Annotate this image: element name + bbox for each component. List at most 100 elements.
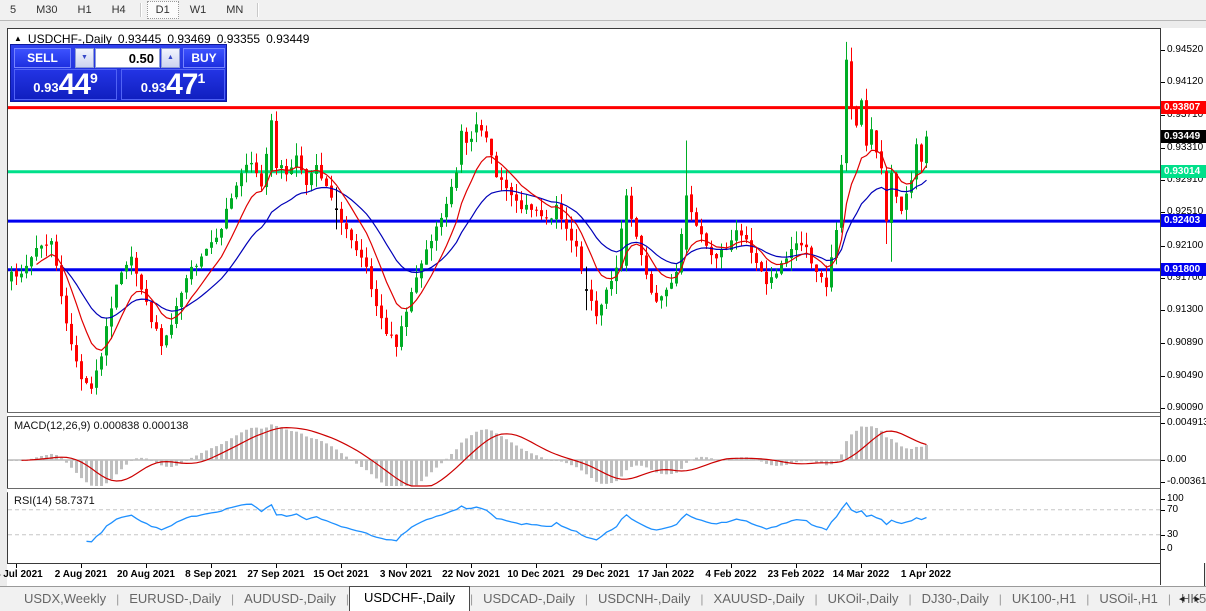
macd-histogram-bar	[285, 429, 288, 460]
tab-ukoil-daily[interactable]: UKOil-,Daily	[818, 588, 909, 611]
candle	[450, 178, 453, 208]
candle	[400, 315, 403, 351]
tab-usdchf-daily[interactable]: USDCHF-,Daily	[348, 586, 470, 611]
macd-histogram-bar	[625, 460, 628, 471]
macd-histogram-bar	[445, 458, 448, 460]
sell-button[interactable]: SELL	[14, 48, 71, 68]
candle	[390, 321, 393, 339]
toolbar-separator	[257, 3, 260, 17]
candle	[800, 231, 803, 252]
trading-terminal: 5 M30 H1 H4 D1 W1 MN 0.94520 0.94120 0.93710 0.93…	[0, 0, 1206, 611]
candle	[845, 41, 848, 172]
tab-dj30-daily[interactable]: DJ30-,Daily	[912, 588, 999, 611]
sell-price-pip: 9	[89, 70, 98, 86]
macd-histogram-bar	[10, 460, 13, 461]
rsi-label: RSI(14) 58.7371	[14, 495, 95, 507]
candle	[855, 105, 858, 128]
price-axis[interactable]: 0.94520 0.94120 0.93710 0.93310 0.92910 0.925…	[1161, 28, 1206, 563]
macd-histogram-bar	[420, 460, 423, 482]
tab-xauusd-daily[interactable]: XAUUSD-,Daily	[704, 588, 815, 611]
macd-axis-label: 0.00	[1167, 454, 1187, 465]
candle	[100, 352, 103, 376]
macd-histogram-bar	[755, 459, 758, 461]
price-tick-tick	[1161, 115, 1165, 117]
macd-histogram-bar	[50, 453, 53, 460]
candle	[925, 130, 928, 168]
macd-histogram-bar	[705, 457, 708, 460]
macd-histogram-bar	[415, 460, 418, 486]
candle	[250, 151, 253, 173]
candle	[325, 176, 328, 187]
level-price-badge: 0.93807	[1161, 100, 1206, 114]
candle	[480, 119, 483, 137]
tab-usdx-weekly[interactable]: USDX,Weekly	[14, 588, 116, 611]
macd-histogram-bar	[760, 460, 763, 462]
date-axis[interactable]: 14 Jul 2021 2 Aug 2021 20 Aug 2021 8 Sep 20…	[0, 563, 1160, 586]
candle	[40, 244, 43, 258]
timeframe-button-mn[interactable]: MN	[217, 1, 252, 19]
date-tick	[926, 564, 927, 568]
macd-histogram-bar	[470, 435, 473, 460]
candle	[65, 287, 68, 332]
tab-eurusd-daily[interactable]: EURUSD-,Daily	[119, 588, 231, 611]
timeframe-button-h4[interactable]: H4	[103, 1, 135, 19]
tab-uk100-h1[interactable]: UK100-,H1	[1002, 588, 1086, 611]
macd-axis-label-tick	[1161, 423, 1165, 424]
volume-decrease-button[interactable]: ▼	[75, 48, 94, 68]
timeframe-button-h1[interactable]: H1	[69, 1, 101, 19]
tab-usoil-h1[interactable]: USOil-,H1	[1089, 588, 1168, 611]
timeframe-button-d1[interactable]: D1	[146, 1, 179, 19]
timeframe-button-m30[interactable]: M30	[27, 1, 66, 19]
level-price-badge: 0.91800	[1161, 262, 1206, 276]
date-tick	[341, 564, 342, 568]
date-tick	[536, 564, 537, 568]
date-tick	[81, 564, 82, 568]
buy-button[interactable]: BUY	[183, 48, 225, 68]
candle	[155, 315, 158, 331]
candle	[385, 309, 388, 336]
tab-audusd-daily[interactable]: AUDUSD-,Daily	[234, 588, 346, 611]
sell-price-display[interactable]: 0.93 44 9	[14, 69, 117, 100]
candle	[515, 184, 518, 213]
macd-histogram-bar	[360, 460, 363, 467]
volume-input[interactable]	[95, 48, 160, 68]
candle	[690, 185, 693, 221]
candle	[350, 228, 353, 249]
candle	[375, 280, 378, 316]
macd-histogram-bar	[145, 458, 148, 460]
buy-price-display[interactable]: 0.93 47 1	[121, 69, 225, 100]
tab-scroll-left-icon[interactable]: ◂	[1179, 592, 1185, 605]
tab-usdcnh-daily[interactable]: USDCNH-,Daily	[588, 588, 700, 611]
rsi-panel[interactable]	[8, 492, 1160, 562]
date-label: 4 Feb 2022	[705, 569, 757, 580]
macd-histogram-bar	[170, 460, 173, 467]
timeframe-button-5[interactable]: 5	[1, 1, 25, 19]
candle	[600, 303, 603, 326]
macd-histogram-bar	[585, 460, 588, 475]
volume-increase-button[interactable]: ▲	[161, 48, 180, 68]
tab-scroll-right-icon[interactable]: ▸	[1194, 592, 1200, 605]
tab-usdcad-daily[interactable]: USDCAD-,Daily	[473, 588, 585, 611]
price-tick: 0.93310	[1167, 141, 1204, 153]
price-tick: 0.91300	[1167, 304, 1204, 316]
macd-histogram-bar	[425, 460, 428, 477]
timeframe-button-w1[interactable]: W1	[181, 1, 216, 19]
collapse-panel-icon[interactable]: ▲	[14, 34, 22, 44]
candle	[20, 264, 23, 283]
candle	[685, 140, 688, 254]
macd-histogram-bar	[390, 460, 393, 486]
macd-histogram-bar	[665, 460, 668, 475]
date-label: 14 Jul 2021	[0, 569, 43, 580]
rsi-axis-label: 30	[1167, 529, 1179, 540]
macd-histogram-bar	[540, 457, 543, 460]
candle	[755, 246, 758, 271]
macd-histogram-bar	[460, 442, 463, 460]
level-price-badge: 0.92403	[1161, 214, 1206, 228]
candle	[265, 147, 268, 195]
macd-histogram-bar	[835, 460, 838, 462]
candle	[345, 216, 348, 239]
candle	[715, 252, 718, 269]
macd-histogram-bar	[695, 457, 698, 460]
candle	[590, 279, 593, 311]
candle	[580, 241, 583, 274]
